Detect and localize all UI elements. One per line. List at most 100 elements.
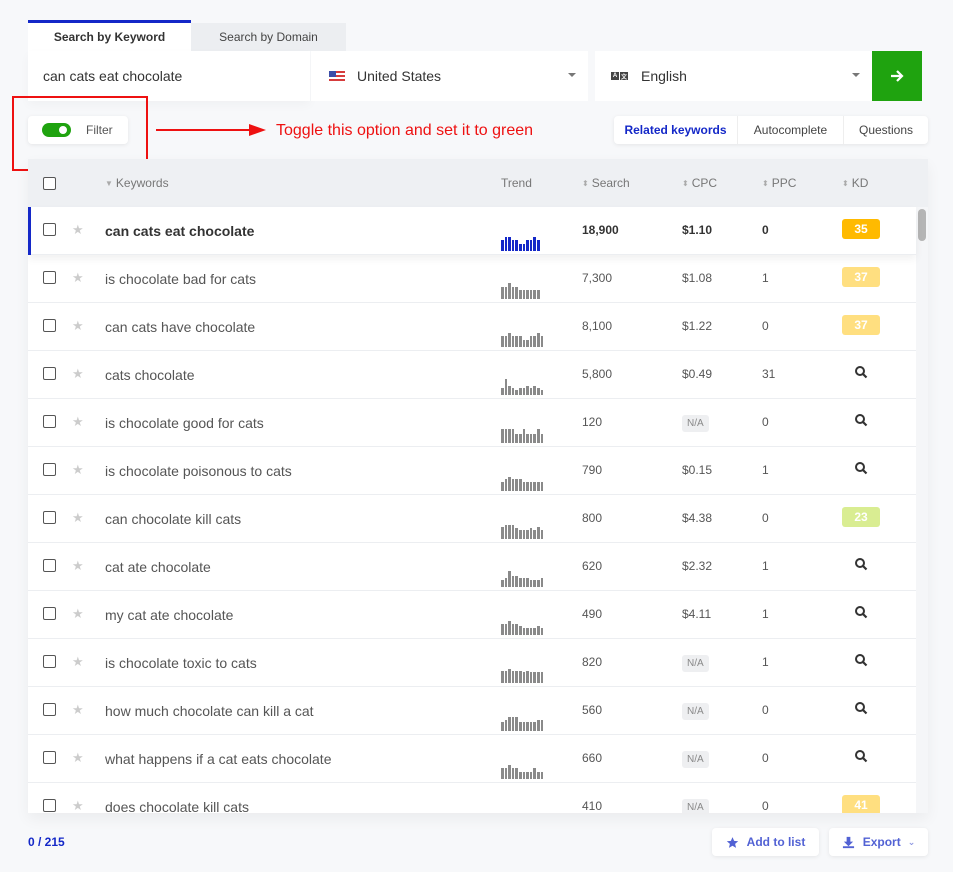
trend-bar	[533, 672, 536, 683]
star-icon[interactable]: ★	[72, 270, 84, 286]
keyword-input[interactable]	[28, 51, 310, 101]
table-row[interactable]: ★ is chocolate bad for cats 7,300 $1.08 1 37	[28, 255, 916, 303]
filter-toggle-switch[interactable]	[42, 123, 71, 137]
table-row[interactable]: ★ my cat ate chocolate 490 $4.11 1	[28, 591, 916, 639]
header-ppc[interactable]: ⬍ PPC	[762, 176, 796, 190]
country-select[interactable]: United States	[311, 51, 588, 101]
star-icon[interactable]: ★	[72, 798, 84, 813]
keyword-text[interactable]: can chocolate kill cats	[105, 511, 241, 527]
row-checkbox[interactable]	[43, 703, 56, 716]
trend-bar	[533, 434, 536, 443]
add-to-list-label: Add to list	[746, 835, 806, 849]
table-row[interactable]: ★ can chocolate kill cats 800 $4.38 0 23	[28, 495, 916, 543]
add-to-list-button[interactable]: Add to list	[712, 828, 819, 856]
keyword-text[interactable]: is chocolate toxic to cats	[105, 655, 257, 671]
row-checkbox[interactable]	[43, 559, 56, 572]
trend-bar	[529, 628, 533, 635]
row-checkbox[interactable]	[43, 463, 56, 476]
ppc-value: 0	[762, 703, 769, 717]
row-checkbox[interactable]	[43, 271, 56, 284]
trend-bar	[511, 768, 515, 779]
trend-bar	[533, 722, 536, 731]
scrollbar-thumb[interactable]	[918, 209, 926, 241]
row-checkbox[interactable]	[43, 223, 56, 236]
tab-search-by-keyword[interactable]: Search by Keyword	[28, 20, 191, 51]
tab-autocomplete[interactable]: Autocomplete	[738, 116, 844, 144]
star-icon[interactable]: ★	[72, 558, 84, 574]
table-row[interactable]: ★ can cats eat chocolate 18,900 $1.10 0 35	[28, 207, 916, 255]
language-select[interactable]: A文 English	[595, 51, 872, 101]
table-scrollbar[interactable]	[916, 207, 928, 813]
row-checkbox[interactable]	[43, 367, 56, 380]
keyword-text[interactable]: my cat ate chocolate	[105, 607, 233, 623]
search-icon[interactable]	[854, 365, 868, 379]
keywords-table: ▼ Keywords Trend ⬍ Search ⬍ CPC ⬍ PPC ⬍ KD ★ c…	[28, 159, 928, 813]
star-icon[interactable]: ★	[72, 606, 84, 622]
keyword-text[interactable]: is chocolate poisonous to cats	[105, 463, 292, 479]
export-button[interactable]: Export ⌄	[829, 828, 928, 856]
row-checkbox[interactable]	[43, 511, 56, 524]
table-row[interactable]: ★ cat ate chocolate 620 $2.32 1	[28, 543, 916, 591]
tab-related-keywords[interactable]: Related keywords	[614, 116, 738, 144]
table-row[interactable]: ★ is chocolate poisonous to cats 790 $0.15 1	[28, 447, 916, 495]
search-volume: 790	[582, 463, 603, 477]
tab-questions[interactable]: Questions	[844, 116, 928, 144]
trend-bar	[540, 530, 544, 539]
search-go-button[interactable]	[872, 51, 922, 101]
table-row[interactable]: ★ how much chocolate can kill a cat 560 N/A…	[28, 687, 916, 735]
table-row[interactable]: ★ is chocolate toxic to cats 820 N/A 1	[28, 639, 916, 687]
table-row[interactable]: ★ what happens if a cat eats chocolate 660…	[28, 735, 916, 783]
select-all-checkbox[interactable]	[43, 177, 56, 190]
star-icon[interactable]: ★	[72, 702, 84, 718]
search-icon[interactable]	[854, 653, 868, 667]
star-icon[interactable]: ★	[72, 750, 84, 766]
star-icon[interactable]: ★	[72, 366, 84, 382]
row-checkbox[interactable]	[43, 655, 56, 668]
keyword-text[interactable]: what happens if a cat eats chocolate	[105, 751, 331, 767]
header-search[interactable]: ⬍ Search	[582, 176, 630, 190]
table-row[interactable]: ★ does chocolate kill cats 410 N/A 0 41	[28, 783, 916, 813]
row-checkbox[interactable]	[43, 607, 56, 620]
keyword-text[interactable]: cats chocolate	[105, 367, 195, 383]
star-icon[interactable]: ★	[72, 414, 84, 430]
header-keywords[interactable]: ▼ Keywords	[105, 176, 169, 190]
search-icon[interactable]	[854, 557, 868, 571]
header-kd[interactable]: ⬍ KD	[842, 176, 868, 190]
keyword-text[interactable]: is chocolate good for cats	[105, 415, 264, 431]
header-cpc[interactable]: ⬍ CPC	[682, 176, 717, 190]
keyword-text[interactable]: can cats eat chocolate	[105, 223, 254, 239]
caret-down-icon	[568, 73, 576, 77]
star-icon[interactable]: ★	[72, 318, 84, 334]
keyword-text[interactable]: how much chocolate can kill a cat	[105, 703, 314, 719]
row-checkbox[interactable]	[43, 319, 56, 332]
trend-bar	[515, 336, 518, 347]
row-checkbox[interactable]	[43, 751, 56, 764]
table-row[interactable]: ★ can cats have chocolate 8,100 $1.22 0 37	[28, 303, 916, 351]
search-icon[interactable]	[854, 461, 868, 475]
filter-toggle-button[interactable]: Filter	[28, 116, 128, 144]
table-body: ★ can cats eat chocolate 18,900 $1.10 0 35 ★ is…	[28, 207, 916, 813]
trend-bar	[508, 237, 511, 251]
trend-bar	[504, 768, 508, 779]
search-icon[interactable]	[854, 701, 868, 715]
cpc-na-badge: N/A	[682, 751, 709, 768]
keyword-source-tabs: Related keywords Autocomplete Questions	[614, 116, 928, 144]
row-checkbox[interactable]	[43, 415, 56, 428]
search-icon[interactable]	[854, 749, 868, 763]
search-icon[interactable]	[854, 413, 868, 427]
star-icon[interactable]: ★	[72, 654, 84, 670]
table-row[interactable]: ★ cats chocolate 5,800 $0.49 31	[28, 351, 916, 399]
trend-bar	[515, 671, 518, 683]
keyword-text[interactable]: cat ate chocolate	[105, 559, 211, 575]
keyword-text[interactable]: can cats have chocolate	[105, 319, 255, 335]
row-checkbox[interactable]	[43, 799, 56, 812]
table-row[interactable]: ★ is chocolate good for cats 120 N/A 0	[28, 399, 916, 447]
trend-bar	[518, 290, 522, 299]
keyword-text[interactable]: does chocolate kill cats	[105, 799, 249, 813]
star-icon[interactable]: ★	[72, 222, 84, 238]
star-icon[interactable]: ★	[72, 462, 84, 478]
star-icon[interactable]: ★	[72, 510, 84, 526]
tab-search-by-domain[interactable]: Search by Domain	[191, 23, 346, 51]
search-icon[interactable]	[854, 605, 868, 619]
keyword-text[interactable]: is chocolate bad for cats	[105, 271, 256, 287]
